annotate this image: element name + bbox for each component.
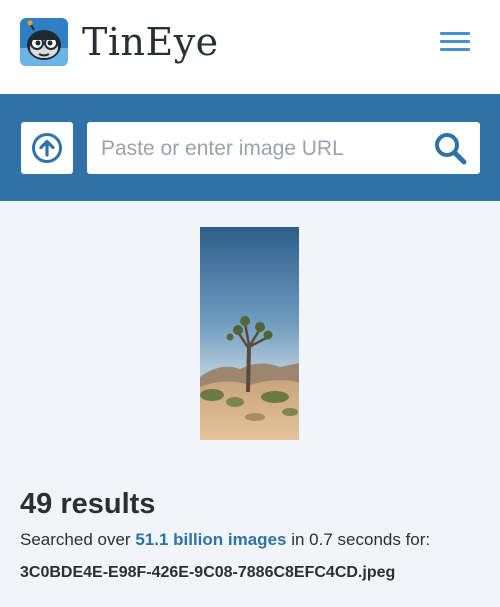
upload-arrow-icon [32, 133, 62, 163]
search-summary: Searched over 51.1 billion images in 0.7… [20, 528, 430, 552]
search-summary-prefix: Searched over [20, 530, 131, 549]
results-count-heading: 49 results [20, 488, 156, 520]
query-filename: 3C0BDE4E-E98F-426E-9C08-7886C8EFC4CD.jpe… [20, 564, 396, 581]
index-size-link[interactable]: 51.1 billion images [135, 530, 286, 549]
query-image-thumbnail[interactable] [200, 227, 299, 440]
tineye-logo-icon[interactable] [20, 18, 68, 66]
top-header: TinEye [0, 0, 500, 94]
search-bar [0, 94, 500, 201]
search-submit-button[interactable] [433, 132, 469, 166]
image-url-input[interactable] [99, 122, 423, 176]
image-url-field [87, 122, 480, 176]
upload-button[interactable] [21, 122, 73, 174]
hamburger-menu-icon[interactable] [440, 28, 472, 56]
brand-wordmark[interactable]: TinEye [82, 16, 219, 68]
magnifier-icon [435, 133, 467, 165]
search-summary-suffix: in 0.7 seconds for: [291, 530, 431, 549]
